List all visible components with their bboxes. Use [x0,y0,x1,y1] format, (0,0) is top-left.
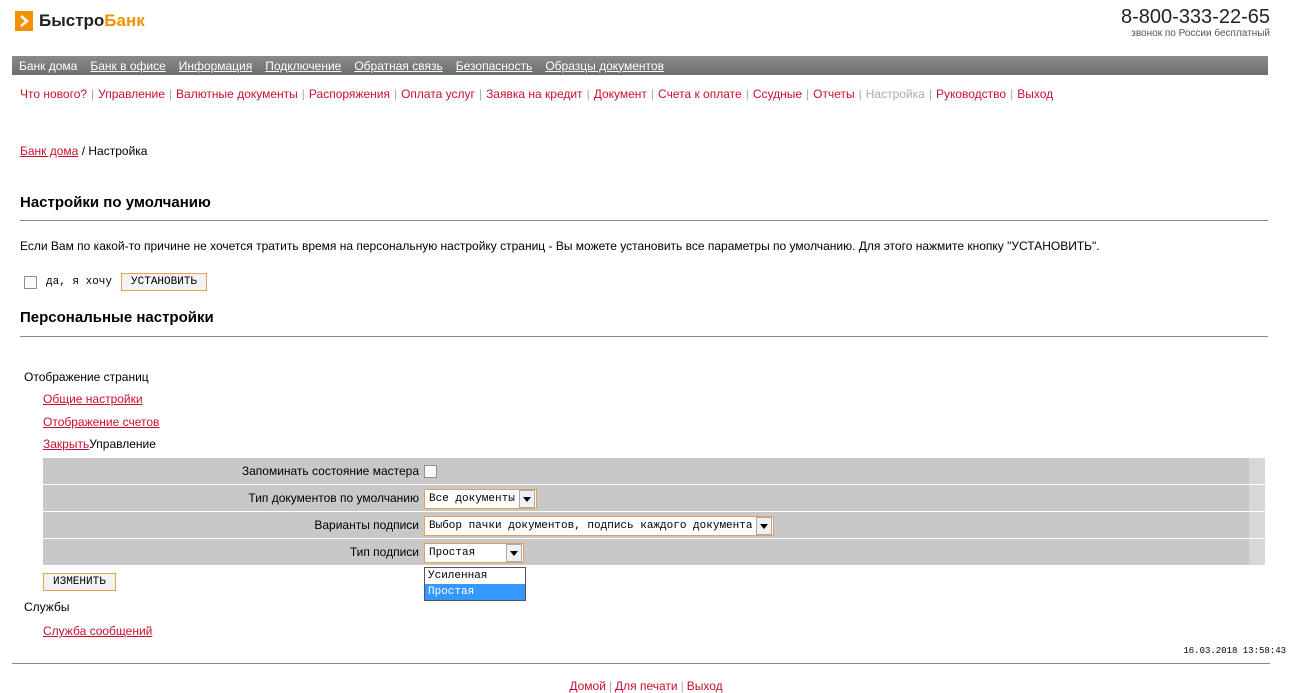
timestamp: 16.03.2018 13:58:43 [1183,646,1286,656]
table-row: Варианты подписи Выбор пачки документов,… [43,512,1265,538]
breadcrumb: Банк дома / Настройка [20,144,147,158]
top-nav-connection[interactable]: Подключение [265,59,341,73]
top-nav-home-at-home[interactable]: Банк дома [19,59,77,73]
top-nav-bank-office[interactable]: Банк в офисе [90,59,165,73]
breadcrumb-current: Настройка [88,144,148,158]
top-nav-feedback[interactable]: Обратная связь [354,59,442,73]
close-group-link[interactable]: Закрыть [43,437,89,451]
agree-checkbox[interactable] [24,275,37,289]
sign-type-select[interactable]: Простая [424,543,524,563]
chevron-right-icon [15,11,33,31]
brand-logo[interactable]: БыстроБанк [15,10,145,32]
sign-type-dropdown-list: Усиленная Простая [424,567,526,601]
set-defaults-button[interactable]: УСТАНОВИТЬ [121,273,208,291]
sub-nav-currency-docs[interactable]: Валютные документы [176,87,298,101]
chevron-down-icon[interactable] [756,517,773,535]
services-label: Службы [24,600,70,614]
chevron-down-icon[interactable] [518,490,535,508]
management-settings-table: Запоминать состояние мастера Тип докумен… [43,458,1265,566]
divider [20,336,1268,337]
sign-variants-label: Варианты подписи [314,518,419,532]
sub-nav-orders[interactable]: Распоряжения [309,87,390,101]
management-group-label: Управление [89,437,156,451]
general-settings-link[interactable]: Общие настройки [43,392,143,406]
personal-section-title: Персональные настройки [20,309,214,326]
top-nav-information[interactable]: Информация [179,59,252,73]
breadcrumb-home-link[interactable]: Банк дома [20,144,78,158]
defaults-agree-row: да, я хочу УСТАНОВИТЬ [24,273,208,291]
top-nav-doc-samples[interactable]: Образцы документов [545,59,664,73]
doc-type-label: Тип документов по умолчанию [248,491,419,505]
sign-type-label: Тип подписи [349,545,419,559]
table-row: Тип документов по умолчанию Все документ… [43,485,1265,511]
top-nav: Банк дома Банк в офисе Информация Подклю… [12,56,1268,75]
top-nav-security[interactable]: Безопасность [456,59,533,73]
agree-checkbox-label: да, я хочу [46,276,113,288]
sub-nav-settings-current: Настройка [865,87,925,101]
wizard-state-checkbox[interactable] [424,465,437,478]
sub-nav-invoices[interactable]: Счета к оплате [658,87,742,101]
change-button[interactable]: ИЗМЕНИТЬ [43,573,116,591]
sub-nav-document[interactable]: Документ [594,87,647,101]
sub-nav-manual[interactable]: Руководство [936,87,1006,101]
accounts-display-link[interactable]: Отображение счетов [43,415,159,429]
divider [12,663,1270,664]
phone-note: звонок по России бесплатный [1131,28,1270,39]
sub-nav-exit[interactable]: Выход [1017,87,1053,101]
sub-nav-reports[interactable]: Отчеты [813,87,854,101]
sub-nav: Что нового? | Управление | Валютные документ… [20,87,1054,101]
sign-type-option-selected[interactable]: Простая [425,584,525,600]
chevron-down-icon[interactable] [506,544,522,562]
page-display-group-label: Отображение страниц [24,370,149,384]
sub-nav-management[interactable]: Управление [98,87,165,101]
wizard-state-label: Запоминать состояние мастера [241,464,419,478]
table-row: Тип подписи Простая [43,539,1265,565]
sign-variants-select[interactable]: Выбор пачки документов, подпись каждого … [424,516,775,536]
message-service-link[interactable]: Служба сообщений [43,624,152,638]
contact-block: 8-800-333-22-65 звонок по России бесплат… [1121,6,1270,39]
divider [20,220,1268,221]
table-row: Запоминать состояние мастера [43,458,1265,484]
defaults-description: Если Вам по какой-то причине не хочется … [20,239,1100,253]
doc-type-select[interactable]: Все документы [424,489,537,509]
brand-name: БыстроБанк [39,11,145,30]
defaults-section-title: Настройки по умолчанию [20,194,211,211]
sub-nav-loans[interactable]: Ссудные [753,87,802,101]
sub-nav-credit-request[interactable]: Заявка на кредит [486,87,583,101]
phone-number: 8-800-333-22-65 [1121,6,1270,28]
management-group: ЗакрытьУправление [43,437,156,451]
breadcrumb-separator: / [81,144,86,158]
sub-nav-whats-new[interactable]: Что нового? [20,87,87,101]
sub-nav-pay-services[interactable]: Оплата услуг [401,87,475,101]
sign-type-option[interactable]: Усиленная [425,568,525,584]
